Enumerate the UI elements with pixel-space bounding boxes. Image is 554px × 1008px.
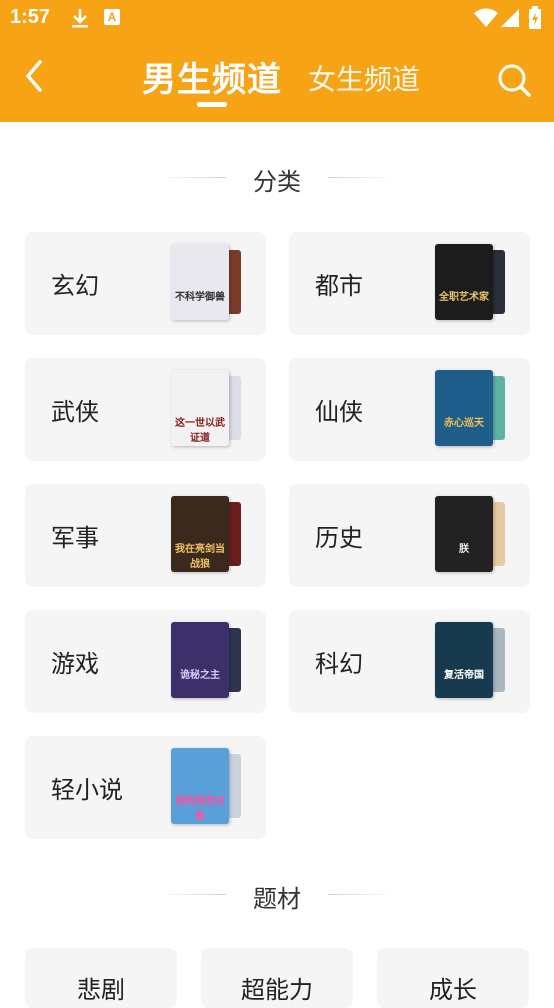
theme-card[interactable]: 悲剧	[25, 948, 177, 1008]
download-icon	[70, 7, 90, 33]
book-cover-title: 复活帝国	[444, 670, 484, 681]
book-cover-title: 朕	[459, 544, 469, 555]
theme-label: 成长	[429, 976, 477, 1004]
tab-female-channel[interactable]: 女生频道	[308, 58, 420, 98]
app-notification-icon: A	[104, 9, 120, 25]
category-card[interactable]: 科幻复活帝国	[289, 610, 530, 713]
book-covers: 我的网恋对象	[171, 748, 241, 826]
book-cover-image: 不科学御兽	[171, 244, 229, 320]
book-cover-title: 赤心巡天	[444, 418, 484, 429]
battery-icon	[528, 6, 542, 34]
section-title-theme-label: 题材	[253, 885, 301, 913]
category-label: 军事	[51, 524, 99, 552]
category-label: 轻小说	[51, 776, 123, 804]
category-label: 玄幻	[51, 272, 99, 300]
book-cover-image: 我在亮剑当战狼	[171, 496, 229, 572]
category-label: 科幻	[315, 650, 363, 678]
book-covers: 这一世以武证道	[171, 370, 241, 448]
category-card[interactable]: 游戏诡秘之主	[25, 610, 266, 713]
book-cover-image: 复活帝国	[435, 622, 493, 698]
book-cover-image: 全职艺术家	[435, 244, 493, 320]
category-card[interactable]: 武侠这一世以武证道	[25, 358, 266, 461]
category-label: 仙侠	[315, 398, 363, 426]
book-covers: 赤心巡天	[435, 370, 505, 448]
book-cover-image: 这一世以武证道	[171, 370, 229, 446]
wifi-icon	[474, 8, 498, 32]
book-cover-image: 我的网恋对象	[171, 748, 229, 824]
section-title-category-label: 分类	[253, 168, 301, 196]
status-bar: 1:57 A	[0, 0, 554, 36]
tab-male-channel[interactable]: 男生频道	[142, 52, 282, 101]
back-arrow-icon[interactable]	[20, 58, 50, 94]
theme-card[interactable]: 超能力	[201, 948, 353, 1008]
category-label: 游戏	[51, 650, 99, 678]
book-covers: 全职艺术家	[435, 244, 505, 322]
book-covers: 不科学御兽	[171, 244, 241, 322]
divider-right	[328, 894, 394, 895]
theme-card[interactable]: 成长	[377, 948, 529, 1008]
book-cover-title: 这一世以武证道	[175, 418, 225, 444]
book-covers: 复活帝国	[435, 622, 505, 700]
category-card[interactable]: 军事我在亮剑当战狼	[25, 484, 266, 587]
category-card[interactable]: 轻小说我的网恋对象	[25, 736, 266, 839]
category-label: 历史	[315, 524, 363, 552]
book-cover-title: 我在亮剑当战狼	[175, 544, 225, 570]
book-covers: 诡秘之主	[171, 622, 241, 700]
book-cover-image: 赤心巡天	[435, 370, 493, 446]
book-cover-title: 全职艺术家	[439, 292, 489, 303]
theme-label: 超能力	[241, 976, 313, 1004]
category-label: 武侠	[51, 398, 99, 426]
book-covers: 我在亮剑当战狼	[171, 496, 241, 574]
app-header: 1:57 A 男生频道 女生频道	[0, 0, 554, 122]
channel-nav: 男生频道 女生频道	[0, 36, 554, 122]
divider-left	[160, 894, 226, 895]
divider-right	[328, 177, 394, 178]
status-time: 1:57	[10, 6, 51, 28]
book-cover-image: 朕	[435, 496, 493, 572]
search-icon[interactable]	[496, 62, 532, 98]
book-cover-title: 诡秘之主	[180, 670, 220, 681]
book-cover-title: 我的网恋对象	[175, 796, 225, 822]
category-card[interactable]: 都市全职艺术家	[289, 232, 530, 335]
signal-icon	[500, 8, 520, 32]
category-label: 都市	[315, 272, 363, 300]
divider-left	[160, 177, 226, 178]
section-title-category: 分类	[0, 162, 554, 197]
active-tab-indicator	[197, 102, 227, 107]
section-title-theme: 题材	[0, 879, 554, 914]
book-cover-title: 不科学御兽	[175, 292, 225, 303]
book-cover-image: 诡秘之主	[171, 622, 229, 698]
category-card[interactable]: 玄幻不科学御兽	[25, 232, 266, 335]
category-card[interactable]: 仙侠赤心巡天	[289, 358, 530, 461]
book-covers: 朕	[435, 496, 505, 574]
category-card[interactable]: 历史朕	[289, 484, 530, 587]
theme-label: 悲剧	[77, 976, 125, 1004]
